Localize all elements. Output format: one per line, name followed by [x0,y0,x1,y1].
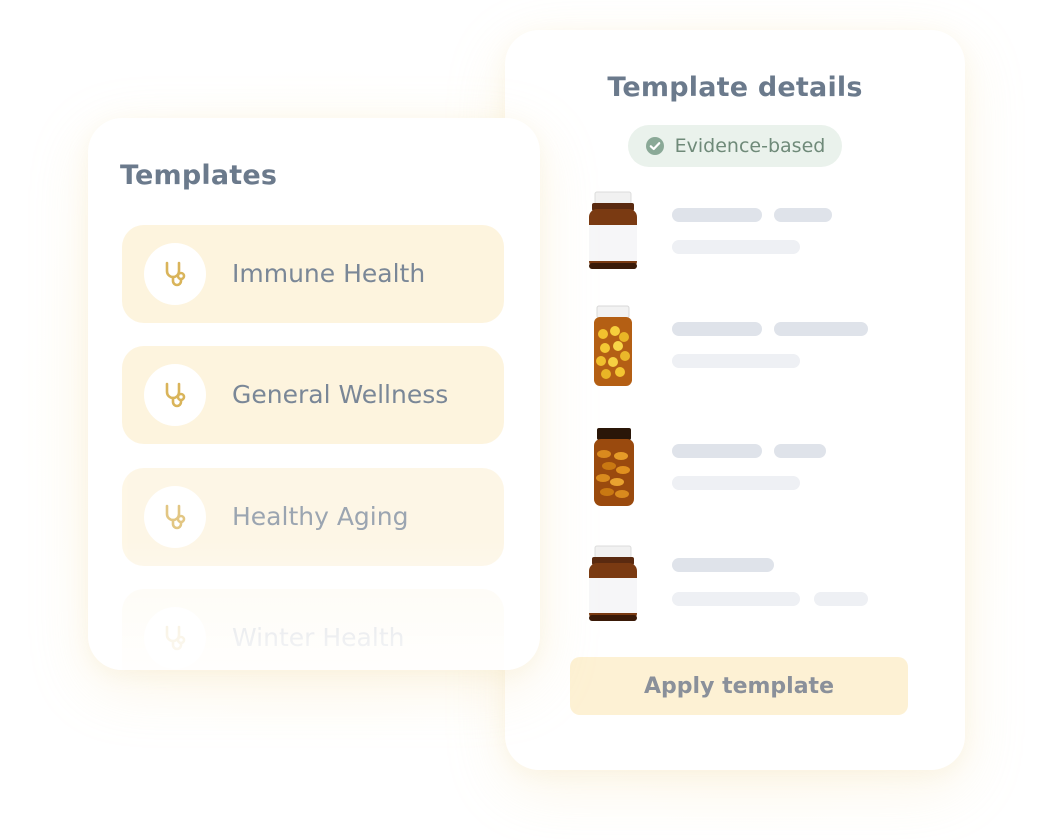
template-item-label: Winter Health [232,623,405,652]
placeholder-bar [672,558,774,572]
placeholder-bar [672,444,762,458]
stethoscope-icon [165,625,186,651]
template-item-label: Immune Health [232,259,426,288]
stethoscope-icon [165,261,186,287]
placeholder-bar [774,322,868,336]
template-item-label: General Wellness [232,380,449,409]
supplement-bottle-icon [594,428,634,506]
template-item-winter-health[interactable]: Winter Health [122,589,504,670]
supplement-bottle-icon [594,305,632,386]
stethoscope-icon [165,382,186,408]
details-title: Template details [607,72,863,103]
product-row[interactable] [585,544,915,634]
template-details-card: Template details Evidence-based Apply te… [505,30,965,770]
placeholder-bar [672,240,800,254]
supplement-bottle-icon [589,191,637,269]
placeholder-bar [672,322,762,336]
product-row[interactable] [585,426,915,516]
product-row[interactable] [585,190,915,280]
placeholder-bar [672,476,800,490]
badge-label: Evidence-based [674,135,826,157]
placeholder-bar [672,592,800,606]
placeholder-bar [774,208,832,222]
template-item-immune-health[interactable]: Immune Health [122,225,504,323]
product-row[interactable] [585,304,915,394]
placeholder-bar [672,354,800,368]
stethoscope-icon-circle [144,607,206,669]
evidence-badge: Evidence-based [628,125,842,167]
check-circle-icon [645,137,664,155]
templates-title: Templates [120,160,278,191]
stethoscope-icon-circle [144,486,206,548]
templates-card: Templates Immune Health General Wellness [88,118,540,670]
apply-template-button[interactable]: Apply template [570,657,908,715]
placeholder-bar [814,592,868,606]
placeholder-bar [672,208,762,222]
placeholder-bar [774,444,826,458]
template-item-healthy-aging[interactable]: Healthy Aging [122,468,504,566]
template-item-label: Healthy Aging [232,502,409,531]
stethoscope-icon [165,504,186,530]
stethoscope-icon-circle [144,243,206,305]
template-item-general-wellness[interactable]: General Wellness [122,346,504,444]
supplement-bottle-icon [589,545,637,621]
stethoscope-icon-circle [144,364,206,426]
